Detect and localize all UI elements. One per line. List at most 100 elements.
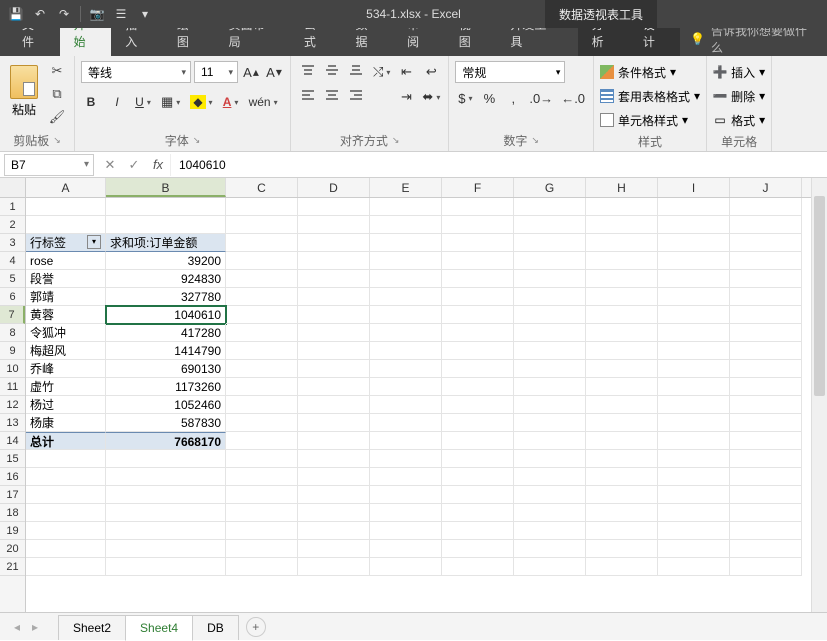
cell[interactable] (514, 216, 586, 234)
cell[interactable] (226, 270, 298, 288)
cell[interactable] (226, 414, 298, 432)
cell[interactable] (658, 486, 730, 504)
column-header-D[interactable]: D (298, 178, 370, 197)
cell[interactable] (226, 234, 298, 252)
cell[interactable] (298, 486, 370, 504)
cell[interactable] (658, 540, 730, 558)
touch-mode-icon[interactable]: ☰ (111, 4, 131, 24)
cell[interactable] (298, 540, 370, 558)
cell[interactable] (298, 504, 370, 522)
cells-area[interactable]: 行标签▾求和项:订单金额rose39200段誉924830郭靖327780黄蓉1… (26, 198, 811, 612)
cell[interactable] (26, 558, 106, 576)
cell[interactable] (226, 324, 298, 342)
sheet-tab-db[interactable]: DB (192, 615, 239, 640)
align-top-icon[interactable] (297, 61, 319, 81)
active-cell[interactable]: 1040610 (106, 306, 226, 324)
cell[interactable] (658, 558, 730, 576)
cell[interactable] (226, 522, 298, 540)
cell[interactable] (370, 324, 442, 342)
save-icon[interactable]: 💾 (6, 4, 26, 24)
cell[interactable] (586, 540, 658, 558)
row-header-5[interactable]: 5 (0, 270, 25, 288)
paste-button[interactable]: 粘贴 (6, 61, 42, 120)
cell[interactable] (26, 504, 106, 522)
cell[interactable] (370, 540, 442, 558)
cell[interactable] (658, 414, 730, 432)
cell[interactable] (586, 270, 658, 288)
pivot-row-label-header[interactable]: 行标签▾ (26, 234, 106, 252)
increase-font-icon[interactable]: A▴ (241, 61, 261, 83)
cell[interactable] (442, 486, 514, 504)
cell[interactable] (442, 468, 514, 486)
cell[interactable] (586, 558, 658, 576)
cell[interactable]: 327780 (106, 288, 226, 306)
cell[interactable] (658, 342, 730, 360)
cell[interactable]: 黄蓉 (26, 306, 106, 324)
format-painter-icon[interactable]: 🖌 (46, 107, 68, 127)
row-header-20[interactable]: 20 (0, 540, 25, 558)
cell[interactable] (658, 288, 730, 306)
cell[interactable] (370, 558, 442, 576)
cell[interactable] (730, 306, 802, 324)
column-header-E[interactable]: E (370, 178, 442, 197)
cell[interactable] (298, 522, 370, 540)
pivot-total-value[interactable]: 7668170 (106, 432, 226, 450)
cell[interactable] (442, 558, 514, 576)
sheet-tab-sheet2[interactable]: Sheet2 (58, 615, 126, 640)
align-center-icon[interactable] (321, 86, 343, 106)
cell[interactable] (586, 324, 658, 342)
format-as-table-button[interactable]: 套用表格格式 ▾ (600, 85, 700, 107)
column-header-J[interactable]: J (730, 178, 802, 197)
cell[interactable]: 虚竹 (26, 378, 106, 396)
number-launcher-icon[interactable]: ↘ (531, 135, 539, 146)
cell[interactable] (226, 504, 298, 522)
cell[interactable] (730, 234, 802, 252)
cell[interactable] (106, 216, 226, 234)
row-header-14[interactable]: 14 (0, 432, 25, 450)
cell[interactable] (370, 396, 442, 414)
cell[interactable] (658, 324, 730, 342)
cell[interactable] (730, 558, 802, 576)
column-header-F[interactable]: F (442, 178, 514, 197)
row-header-9[interactable]: 9 (0, 342, 25, 360)
row-header-12[interactable]: 12 (0, 396, 25, 414)
cell[interactable]: 690130 (106, 360, 226, 378)
cell[interactable] (586, 432, 658, 450)
format-cells-button[interactable]: ▭格式 ▾ (713, 109, 765, 131)
cell[interactable] (658, 468, 730, 486)
align-middle-icon[interactable] (321, 61, 343, 81)
cell[interactable] (442, 396, 514, 414)
cell[interactable] (586, 288, 658, 306)
cell[interactable] (730, 540, 802, 558)
border-button[interactable]: ▦ (159, 91, 182, 113)
cell[interactable]: 杨过 (26, 396, 106, 414)
cell[interactable]: 1414790 (106, 342, 226, 360)
row-header-15[interactable]: 15 (0, 450, 25, 468)
cell[interactable] (442, 432, 514, 450)
cell[interactable] (730, 342, 802, 360)
cell[interactable] (370, 270, 442, 288)
cell[interactable] (442, 342, 514, 360)
cell[interactable] (658, 252, 730, 270)
cell[interactable] (26, 468, 106, 486)
cell[interactable] (730, 450, 802, 468)
row-header-10[interactable]: 10 (0, 360, 25, 378)
cell[interactable] (226, 558, 298, 576)
align-left-icon[interactable] (297, 86, 319, 106)
row-header-11[interactable]: 11 (0, 378, 25, 396)
cell[interactable] (730, 324, 802, 342)
cell[interactable] (106, 450, 226, 468)
column-header-H[interactable]: H (586, 178, 658, 197)
cell[interactable] (442, 378, 514, 396)
merge-center-button[interactable]: ⬌ (420, 86, 442, 108)
alignment-launcher-icon[interactable]: ↘ (392, 135, 400, 146)
row-header-16[interactable]: 16 (0, 468, 25, 486)
align-bottom-icon[interactable] (345, 61, 367, 81)
cell[interactable] (370, 360, 442, 378)
cell[interactable] (442, 414, 514, 432)
cell[interactable] (730, 486, 802, 504)
cell[interactable] (298, 378, 370, 396)
cell[interactable] (514, 378, 586, 396)
font-name-select[interactable]: 等线 (81, 61, 191, 83)
cell[interactable] (586, 450, 658, 468)
